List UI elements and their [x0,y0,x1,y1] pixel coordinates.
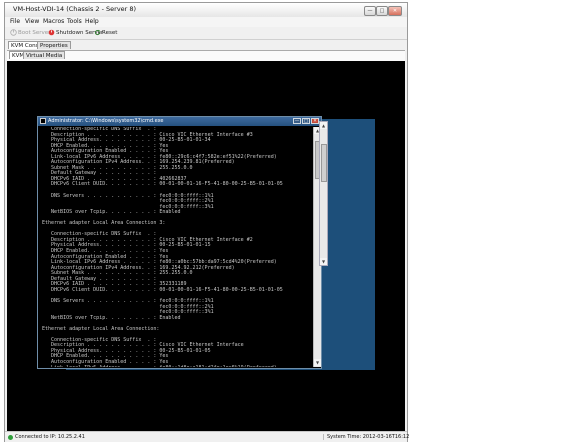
window-title: VM-Host-VDI-14 (Chassis 2 - Server 8) [13,5,137,13]
menu-tools[interactable]: Tools [67,18,82,25]
console-scroll-thumb[interactable] [321,144,327,182]
cmd-output-line: DHCPv6 Client DUID. . . . . . . . : 00-0… [42,181,283,188]
console-scroll-up-icon[interactable]: ▲ [320,122,327,129]
connected-icon [8,435,13,440]
cmd-output-line: DHCPv6 Client DUID. . . . . . . . : 00-0… [42,286,283,293]
shutdown-icon [48,29,55,36]
power-icon [10,29,17,36]
tab-virtual-media[interactable]: Virtual Media [23,51,66,59]
menu-file[interactable]: File [10,18,20,25]
close-button[interactable]: ✕ [388,6,402,16]
subtab-strip [7,50,405,61]
reset-icon [94,29,101,36]
window-titlebar[interactable]: VM-Host-VDI-14 (Chassis 2 - Server 8) — … [5,3,407,17]
cmd-minimize-button[interactable]: — [293,118,301,124]
toolbar: Boot Server Shutdown Server Reset [5,27,407,40]
reset-label: Reset [102,30,118,36]
cmd-close-button[interactable]: ✕ [311,118,319,124]
status-bar: Connected to IP: 10.25.2.41 System Time:… [5,431,409,442]
tab-properties[interactable]: Properties [37,41,71,49]
scroll-down-arrow-icon[interactable]: ▼ [314,359,321,366]
boot-server-label: Boot Server [18,30,51,36]
console-scroll-down-icon[interactable]: ▼ [320,258,327,265]
cmd-title: Administrator: C:\Windows\system32\cmd.e… [48,118,164,124]
console-vertical-scrollbar[interactable]: ▲ ▼ [319,121,328,266]
cmd-titlebar[interactable]: Administrator: C:\Windows\system32\cmd.e… [38,117,321,126]
cmd-maximize-button[interactable]: □ [302,118,310,124]
minimize-button[interactable]: — [364,6,376,16]
cmd-output[interactable]: Connection-specific DNS Suffix . : Descr… [42,127,310,367]
menu-help[interactable]: Help [85,18,99,25]
menu-bar: File View Macros Tools Help [5,17,407,27]
menu-view[interactable]: View [25,18,39,25]
reset-button[interactable]: Reset [94,29,117,37]
cmd-icon [40,118,46,124]
connection-status: Connected to IP: 10.25.2.41 [15,434,85,440]
boot-server-button[interactable]: Boot Server [10,29,50,37]
maximize-button[interactable]: □ [376,6,388,16]
cmd-output-line: Link-local IPv6 Address . . . . . : fe80… [42,365,310,367]
system-time: System Time: 2012-03-16T16:12 [323,434,409,440]
menu-macros[interactable]: Macros [43,18,64,25]
